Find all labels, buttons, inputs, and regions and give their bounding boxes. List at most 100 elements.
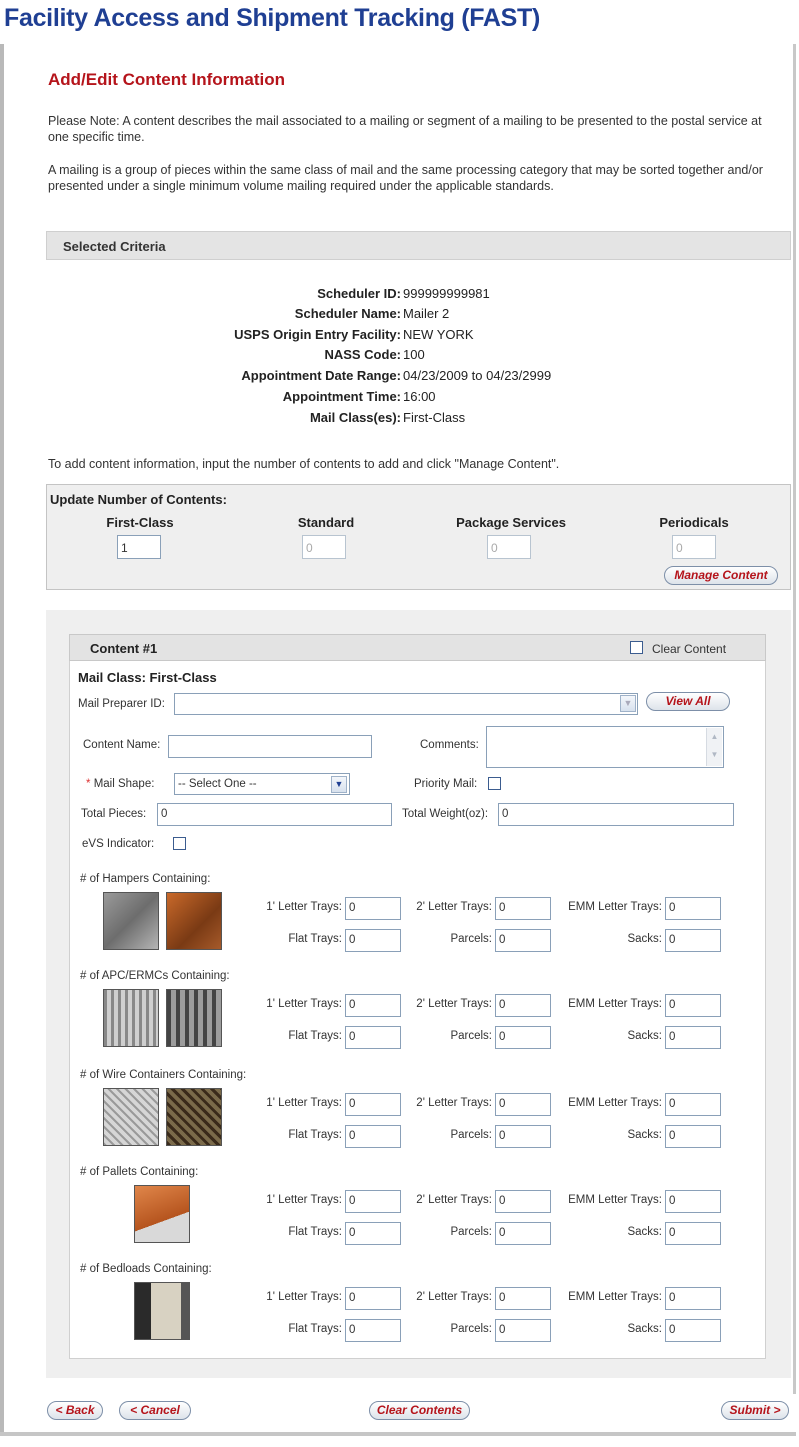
manage-content-button[interactable]: Manage Content bbox=[664, 566, 778, 585]
wire-containers-sacks-input[interactable]: 0 bbox=[665, 1125, 721, 1148]
bedloads-t2-input[interactable]: 0 bbox=[495, 1287, 551, 1310]
tray-label-emm: EMM Letter Trays: bbox=[568, 1194, 662, 1206]
view-all-button[interactable]: View All bbox=[646, 692, 730, 711]
tray-label-t2: 2' Letter Trays: bbox=[416, 901, 492, 913]
pallets-parcels-input[interactable]: 0 bbox=[495, 1222, 551, 1245]
evs-indicator-checkbox[interactable] bbox=[173, 837, 186, 850]
criteria-value: 16:00 bbox=[403, 389, 436, 404]
photo-bedloads bbox=[134, 1282, 190, 1340]
apc-ermcs-emm-input[interactable]: 0 bbox=[665, 994, 721, 1017]
cancel-button[interactable]: < Cancel bbox=[119, 1401, 191, 1420]
tray-label-emm: EMM Letter Trays: bbox=[568, 998, 662, 1010]
content-title: Content #1 bbox=[90, 641, 158, 656]
package-services-count-input: 0 bbox=[487, 535, 531, 559]
hampers-sacks-input[interactable]: 0 bbox=[665, 929, 721, 952]
total-weight-input[interactable]: 0 bbox=[498, 803, 734, 826]
hampers-parcels-input[interactable]: 0 bbox=[495, 929, 551, 952]
hampers-emm-input[interactable]: 0 bbox=[665, 897, 721, 920]
tray-label-flat: Flat Trays: bbox=[288, 1030, 342, 1042]
criteria-label: Scheduler ID: bbox=[317, 286, 401, 301]
note-content-description: Please Note: A content describes the mai… bbox=[48, 114, 762, 144]
frame-left-border bbox=[0, 44, 4, 1434]
criteria-row: Scheduler ID: 999999999981 bbox=[0, 286, 799, 305]
photo-wire-containers-2 bbox=[166, 1088, 222, 1146]
mail-preparer-label: Mail Preparer ID: bbox=[78, 698, 165, 710]
class-label-package-services: Package Services bbox=[456, 515, 566, 530]
section-title: Add/Edit Content Information bbox=[48, 70, 286, 89]
apc-ermcs-t2-input[interactable]: 0 bbox=[495, 994, 551, 1017]
pallets-emm-input[interactable]: 0 bbox=[665, 1190, 721, 1213]
page-title: Facility Access and Shipment Tracking (F… bbox=[4, 4, 541, 32]
tray-label-sacks: Sacks: bbox=[627, 933, 662, 945]
chevron-down-icon: ▼ bbox=[331, 776, 347, 793]
chevron-down-icon: ▼ bbox=[620, 695, 636, 712]
group-label-pallets: # of Pallets Containing: bbox=[80, 1166, 199, 1178]
photo-wire-containers-1 bbox=[103, 1088, 159, 1146]
back-button[interactable]: < Back bbox=[47, 1401, 103, 1420]
tray-label-t1: 1' Letter Trays: bbox=[266, 998, 342, 1010]
tray-label-t2: 2' Letter Trays: bbox=[416, 998, 492, 1010]
wire-containers-t2-input[interactable]: 0 bbox=[495, 1093, 551, 1116]
content-name-label: Content Name: bbox=[83, 739, 161, 751]
mail-class-label: Mail Class: First-Class bbox=[78, 670, 217, 685]
tray-label-sacks: Sacks: bbox=[627, 1226, 662, 1238]
apc-ermcs-sacks-input[interactable]: 0 bbox=[665, 1026, 721, 1049]
bedloads-parcels-input[interactable]: 0 bbox=[495, 1319, 551, 1342]
clear-content-checkbox[interactable] bbox=[630, 641, 643, 654]
photo-apc-ermcs-2 bbox=[166, 989, 222, 1047]
tray-label-t1: 1' Letter Trays: bbox=[266, 1291, 342, 1303]
note-mailing-description: A mailing is a group of pieces within th… bbox=[48, 163, 763, 193]
class-label-first-class: First-Class bbox=[106, 515, 174, 530]
comments-textarea[interactable] bbox=[486, 726, 724, 768]
group-label-hampers: # of Hampers Containing: bbox=[80, 873, 211, 885]
photo-pallets bbox=[134, 1185, 190, 1243]
submit-button[interactable]: Submit > bbox=[721, 1401, 789, 1420]
pallets-sacks-input[interactable]: 0 bbox=[665, 1222, 721, 1245]
criteria-value: 999999999981 bbox=[403, 286, 490, 301]
criteria-label: NASS Code: bbox=[324, 347, 401, 362]
total-pieces-input[interactable]: 0 bbox=[157, 803, 392, 826]
photo-hampers-1 bbox=[103, 892, 159, 950]
update-contents-title: Update Number of Contents: bbox=[50, 492, 227, 507]
tray-label-flat: Flat Trays: bbox=[288, 1323, 342, 1335]
pallets-t2-input[interactable]: 0 bbox=[495, 1190, 551, 1213]
total-weight-label: Total Weight(oz): bbox=[402, 808, 489, 820]
tray-label-flat: Flat Trays: bbox=[288, 1226, 342, 1238]
mail-shape-text: Mail Shape: bbox=[93, 778, 155, 790]
wire-containers-parcels-input[interactable]: 0 bbox=[495, 1125, 551, 1148]
mail-preparer-select[interactable] bbox=[174, 693, 638, 715]
first-class-count-input[interactable]: 1 bbox=[117, 535, 161, 559]
clear-contents-button[interactable]: Clear Contents bbox=[369, 1401, 470, 1420]
content-name-input[interactable] bbox=[168, 735, 372, 758]
tray-label-parcels: Parcels: bbox=[450, 1129, 492, 1141]
bedloads-emm-input[interactable]: 0 bbox=[665, 1287, 721, 1310]
tray-label-parcels: Parcels: bbox=[450, 1323, 492, 1335]
priority-mail-label: Priority Mail: bbox=[414, 778, 478, 790]
frame-right-border bbox=[793, 44, 796, 1394]
apc-ermcs-parcels-input[interactable]: 0 bbox=[495, 1026, 551, 1049]
tray-label-t2: 2' Letter Trays: bbox=[416, 1097, 492, 1109]
standard-count-input: 0 bbox=[302, 535, 346, 559]
tray-label-emm: EMM Letter Trays: bbox=[568, 901, 662, 913]
mail-shape-select[interactable]: -- Select One -- bbox=[174, 773, 350, 795]
comments-scrollbar[interactable]: ▲ ▼ bbox=[706, 728, 722, 766]
priority-mail-checkbox[interactable] bbox=[488, 777, 501, 790]
tray-label-t2: 2' Letter Trays: bbox=[416, 1194, 492, 1206]
bedloads-sacks-input[interactable]: 0 bbox=[665, 1319, 721, 1342]
frame-bottom-border bbox=[0, 1432, 796, 1436]
tray-label-t1: 1' Letter Trays: bbox=[266, 901, 342, 913]
tray-label-t2: 2' Letter Trays: bbox=[416, 1291, 492, 1303]
tray-label-sacks: Sacks: bbox=[627, 1323, 662, 1335]
criteria-value: Mailer 2 bbox=[403, 306, 450, 321]
photo-apc-ermcs-1 bbox=[103, 989, 159, 1047]
hampers-t2-input[interactable]: 0 bbox=[495, 897, 551, 920]
evs-indicator-label: eVS Indicator: bbox=[82, 838, 155, 850]
wire-containers-emm-input[interactable]: 0 bbox=[665, 1093, 721, 1116]
instruction-text: To add content information, input the nu… bbox=[48, 457, 560, 471]
tray-label-parcels: Parcels: bbox=[450, 1226, 492, 1238]
criteria-row: Appointment Time: 16:00 bbox=[0, 389, 799, 408]
criteria-value: NEW YORK bbox=[403, 327, 474, 342]
criteria-row: NASS Code: 100 bbox=[0, 347, 799, 366]
periodicals-count-input: 0 bbox=[672, 535, 716, 559]
criteria-value: 04/23/2009 to 04/23/2999 bbox=[403, 368, 552, 383]
